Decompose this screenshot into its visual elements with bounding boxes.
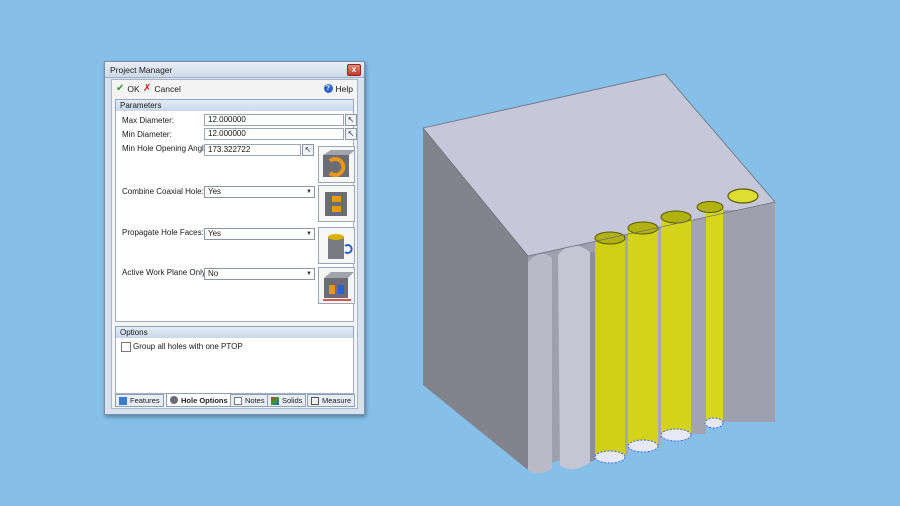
window-close-button[interactable]: x (347, 64, 361, 76)
hole-cylinder-2 (628, 223, 658, 449)
propagate-hole-faces-select[interactable]: Yes ▼ (204, 228, 315, 240)
window-title: Project Manager (110, 65, 173, 75)
groove-2 (558, 245, 590, 470)
strip-1 (625, 240, 628, 455)
strip-3 (691, 220, 706, 434)
combine-coaxial-hole-label: Combine Coaxial Hole: (122, 187, 204, 196)
propagate-hole-faces-value: Yes (208, 229, 222, 238)
propagate-hole-faces-label: Propagate Hole Faces: (122, 228, 204, 237)
work-plane-preview (318, 267, 355, 304)
min-hole-opening-angle-input[interactable]: 173.322722 (204, 144, 301, 156)
features-icon (119, 396, 127, 405)
active-work-plane-only-select[interactable]: No ▼ (204, 268, 315, 280)
strip-2 (658, 230, 661, 445)
measure-icon (311, 396, 319, 405)
max-diameter-input[interactable]: 12.000000 (204, 114, 344, 126)
chevron-down-icon: ▼ (306, 189, 312, 195)
group-all-holes-checkbox[interactable] (121, 342, 131, 352)
angle-preview-icon (323, 150, 355, 177)
help-label: Help (335, 83, 353, 94)
active-work-plane-only-value: No (208, 269, 219, 278)
chevron-down-icon: ▼ (306, 231, 312, 237)
tab-hole-options-label: Hole Options (181, 395, 228, 405)
window-titlebar[interactable]: Project Manager x (105, 62, 364, 78)
hole-cylinder-3 (661, 213, 691, 438)
parameters-title: Parameters (120, 101, 162, 110)
hole-cylinder-4 (706, 205, 723, 425)
groove-1 (528, 253, 552, 474)
help-icon: ? (323, 84, 333, 93)
hole-bottom-1 (594, 450, 626, 464)
tab-notes[interactable]: Notes (230, 394, 269, 407)
min-diameter-label: Min Diameter: (122, 130, 172, 139)
hole-cylinder-1 (595, 233, 625, 459)
project-manager-window: Project Manager x ✔ OK ✗ Cancel ? Help P… (104, 61, 365, 415)
tab-features[interactable]: Features (115, 394, 164, 407)
panel-toolbar: ✔ OK ✗ Cancel ? Help (112, 80, 357, 97)
cancel-label: Cancel (154, 83, 181, 94)
pointer-icon: ↖ (347, 129, 355, 138)
checkmark-icon: ✔ (116, 83, 125, 94)
coaxial-hole-preview (318, 185, 355, 222)
hole-opening-angle-preview (318, 146, 355, 183)
strip-4 (723, 210, 775, 422)
panel-content: ✔ OK ✗ Cancel ? Help Parameters Max Diam… (111, 79, 358, 409)
propagate-preview-icon (328, 234, 353, 259)
cancel-button[interactable]: ✗ Cancel (143, 83, 181, 94)
notes-icon (234, 396, 242, 405)
hole-bottom-2 (627, 439, 659, 453)
tab-measure[interactable]: Measure (307, 394, 356, 407)
max-diameter-label: Max Diameter: (122, 116, 175, 125)
cancel-x-icon: ✗ (143, 83, 152, 94)
propagate-faces-preview (318, 227, 355, 264)
solids-icon (271, 396, 279, 405)
tab-solids-label: Solids (282, 396, 303, 405)
hole-options-icon (170, 396, 178, 404)
parameters-group: Max Diameter: 12.000000 ↖ Min Diameter: … (115, 111, 357, 322)
hole-top-2 (627, 221, 659, 235)
hole-top-5 (727, 188, 759, 204)
group-all-holes-label: Group all holes with one PTOP (133, 342, 243, 351)
help-button[interactable]: ? Help (323, 83, 353, 94)
hole-bottom-3 (660, 428, 692, 442)
hole-bottom-4 (704, 417, 724, 429)
options-title: Options (120, 328, 148, 337)
tab-solids[interactable]: Solids (267, 394, 307, 407)
panel-tabs: Features Hole Options Notes Solids Measu… (112, 393, 357, 408)
ok-button[interactable]: ✔ OK (116, 83, 140, 94)
hole-top-4 (696, 201, 724, 213)
work-plane-preview-icon (323, 272, 354, 301)
ok-label: OK (127, 83, 140, 94)
max-diameter-pick-button[interactable]: ↖ (345, 114, 357, 126)
options-group: Group all holes with one PTOP (115, 338, 354, 394)
coaxial-preview-icon (325, 192, 347, 216)
tab-hole-options[interactable]: Hole Options (166, 393, 232, 407)
groove-3-shadow (590, 252, 595, 462)
pointer-icon: ↖ (347, 115, 355, 124)
active-work-plane-only-label: Active Work Plane Only: (122, 268, 209, 277)
tab-features-label: Features (130, 396, 160, 405)
combine-coaxial-hole-select[interactable]: Yes ▼ (204, 186, 315, 198)
chevron-down-icon: ▼ (306, 271, 312, 277)
min-diameter-input[interactable]: 12.000000 (204, 128, 344, 140)
angle-pick-button[interactable]: ↖ (302, 144, 314, 156)
min-hole-opening-angle-label: Min Hole Opening Angle: (122, 144, 211, 153)
tab-notes-label: Notes (245, 396, 265, 405)
combine-coaxial-hole-value: Yes (208, 187, 222, 196)
min-diameter-pick-button[interactable]: ↖ (345, 128, 357, 140)
close-icon: x (351, 65, 357, 74)
pointer-icon: ↖ (304, 145, 312, 154)
tab-measure-label: Measure (322, 396, 352, 405)
